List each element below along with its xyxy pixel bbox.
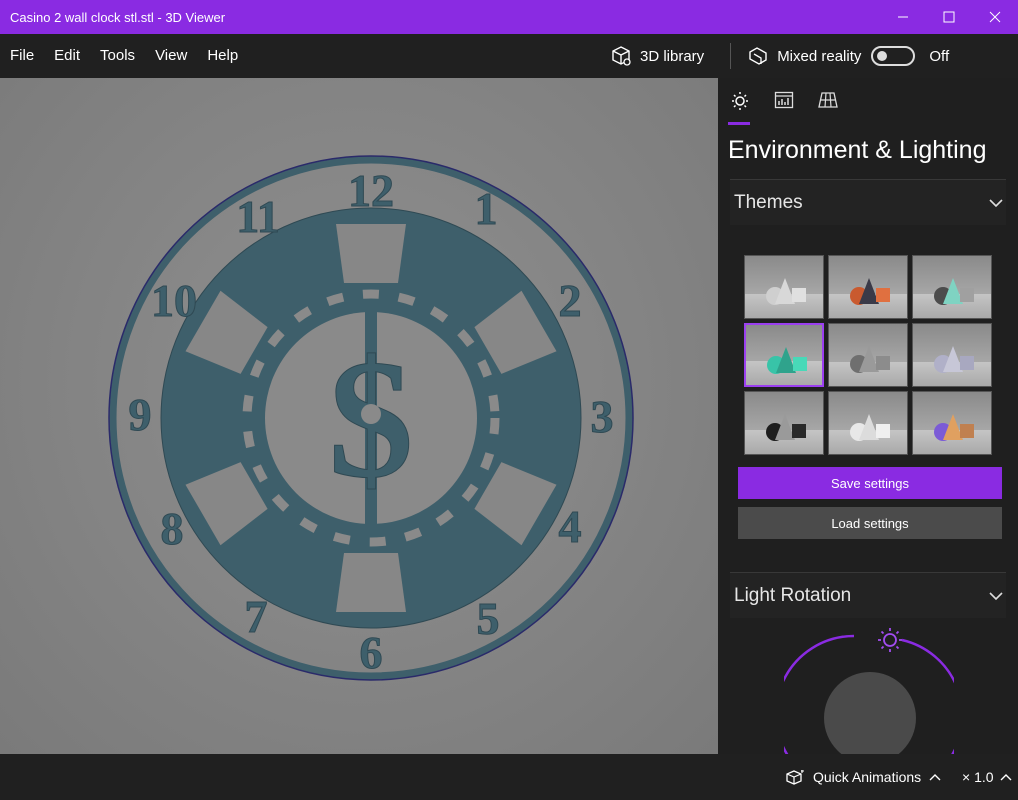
load-settings-button[interactable]: Load settings: [738, 507, 1002, 539]
clock-number-3: 3: [591, 391, 614, 442]
clock-number-11: 11: [236, 191, 279, 242]
light-rotation-control[interactable]: [774, 624, 964, 754]
mixed-reality-toggle[interactable]: [871, 46, 916, 66]
mixed-reality-icon: [749, 47, 767, 65]
cube-icon: [612, 46, 631, 66]
theme-thumbnail[interactable]: [912, 391, 992, 455]
3d-library-button[interactable]: 3D library: [610, 45, 704, 67]
grid-icon: [818, 92, 838, 108]
panel-title: Environment & Lighting: [728, 136, 987, 164]
themes-label: Themes: [734, 191, 803, 213]
tab-grid[interactable]: [816, 90, 840, 116]
menu-help[interactable]: Help: [197, 34, 248, 78]
theme-grid: [744, 255, 992, 455]
theme-thumbnail[interactable]: [828, 323, 908, 387]
theme-thumbnail[interactable]: [744, 255, 824, 319]
save-settings-button[interactable]: Save settings: [738, 467, 1002, 499]
toggle-knob: [877, 51, 888, 61]
mixed-reality-state: Off: [929, 47, 950, 65]
minimize-icon: [898, 16, 908, 18]
animation-speed-label: × 1.0: [962, 769, 994, 785]
chevron-down-icon: [989, 198, 1003, 207]
sun-icon: [732, 92, 748, 110]
menu-divider: [730, 43, 732, 69]
light-rotation-header[interactable]: Light Rotation: [730, 572, 1006, 618]
clock-number-10: 10: [151, 275, 197, 326]
mixed-reality-label: Mixed reality: [777, 47, 862, 65]
menu-tools[interactable]: Tools: [90, 34, 145, 78]
close-icon: [989, 11, 1001, 23]
panel-tabs: [728, 90, 840, 125]
minimize-button[interactable]: [880, 0, 926, 34]
clock-number-8: 8: [161, 503, 184, 554]
maximize-icon: [943, 11, 955, 23]
light-rotation-label: Light Rotation: [734, 584, 852, 606]
app-window: Casino 2 wall clock stl.stl - 3D Viewer …: [0, 0, 1018, 800]
animation-icon: [786, 770, 804, 785]
theme-thumbnail[interactable]: [828, 255, 908, 319]
theme-thumbnail[interactable]: [744, 391, 824, 455]
clock-number-5: 5: [477, 593, 500, 644]
chevron-up-icon: [1000, 774, 1012, 781]
clock-number-7: 7: [245, 591, 268, 642]
clock-model: $ 12 1 2 3 4 5 6 7 8 9 10 11: [108, 155, 634, 681]
menu-view[interactable]: View: [145, 34, 197, 78]
quick-animations-button[interactable]: Quick Animations: [785, 754, 941, 800]
menu-file[interactable]: File: [0, 34, 44, 78]
theme-thumbnail[interactable]: [828, 391, 908, 455]
clock-number-6: 6: [360, 627, 383, 678]
stats-icon: [774, 91, 794, 109]
menu-right-group: 3D library Mixed reality Off: [610, 34, 949, 78]
chevron-down-icon: [989, 591, 1003, 600]
theme-thumbnail[interactable]: [912, 323, 992, 387]
window-title: Casino 2 wall clock stl.stl - 3D Viewer: [10, 9, 226, 25]
themes-header[interactable]: Themes: [730, 179, 1006, 225]
light-sun-icon[interactable]: [878, 628, 902, 652]
tab-stats[interactable]: [772, 90, 796, 116]
clock-number-4: 4: [559, 501, 582, 552]
clock-number-12: 12: [348, 165, 394, 216]
mixed-reality-button[interactable]: Mixed reality: [747, 45, 861, 67]
status-bar: Quick Animations × 1.0: [0, 754, 1018, 800]
light-dial: [774, 628, 964, 754]
clock-number-2: 2: [559, 275, 582, 326]
close-button[interactable]: [972, 0, 1018, 34]
clock-number-9: 9: [129, 389, 152, 440]
menu-edit[interactable]: Edit: [44, 34, 90, 78]
tab-lighting[interactable]: [728, 90, 752, 125]
clock-number-1: 1: [475, 183, 498, 234]
animation-speed-button[interactable]: × 1.0: [962, 754, 1012, 800]
chevron-up-icon: [929, 774, 941, 781]
title-bar: Casino 2 wall clock stl.stl - 3D Viewer: [0, 0, 1018, 34]
theme-thumbnail[interactable]: [912, 255, 992, 319]
environment-panel: Environment & Lighting Themes Save setti…: [718, 78, 1018, 754]
3d-library-label: 3D library: [640, 47, 705, 65]
3d-viewport[interactable]: $ 12 1 2 3 4 5 6 7 8 9 10 11: [0, 78, 718, 754]
maximize-button[interactable]: [926, 0, 972, 34]
quick-animations-label: Quick Animations: [813, 769, 922, 785]
menu-bar: File Edit Tools View Help 3D library Mix…: [0, 34, 1018, 78]
theme-thumbnail[interactable]: [744, 323, 824, 387]
